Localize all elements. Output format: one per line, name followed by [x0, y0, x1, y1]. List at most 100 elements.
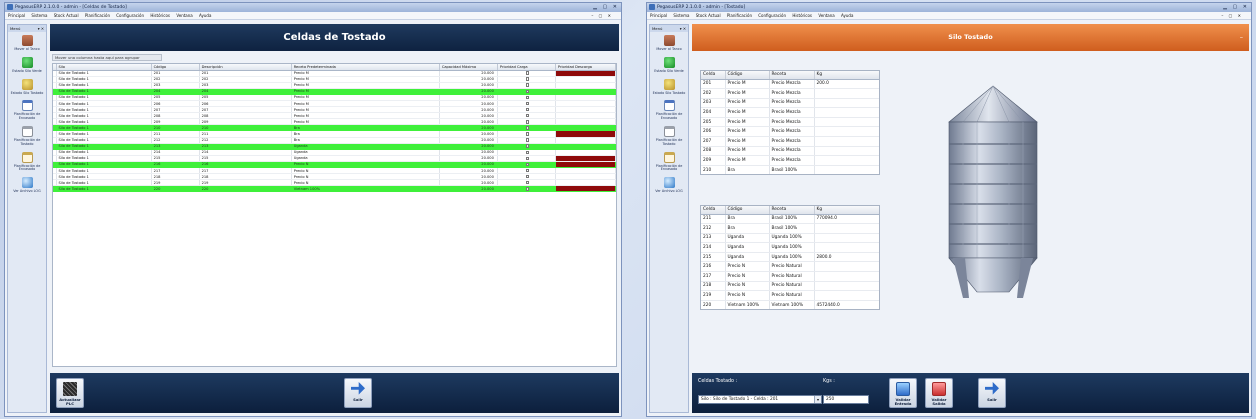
exit-button[interactable]: Salir	[978, 378, 1006, 408]
table-row[interactable]: 212 Bra Brasil 100%	[701, 223, 879, 234]
mdi-controls[interactable]: – ▢ ✕	[591, 12, 613, 20]
table-row[interactable]: 213 Uganda Uganda 100%	[701, 233, 879, 244]
pin-icon[interactable]: ▾ ✕	[680, 25, 686, 32]
menu-planificacion[interactable]: Planificación	[85, 13, 110, 18]
table-row[interactable]: 215 Uganda Uganda 100% 2800.0	[701, 252, 879, 263]
sidebar-item-ver-log[interactable]: Ver Archivo LOG	[8, 174, 46, 196]
sidebar-item-estado-silo-verde[interactable]: Estado Silo Verde	[650, 54, 688, 76]
checkbox[interactable]	[525, 174, 530, 179]
menu-configuracion[interactable]: Configuración	[116, 13, 144, 18]
window-controls[interactable]: ▁ ▢ ✕	[1223, 3, 1249, 12]
table-row[interactable]: 219 Precio N Precio Natural	[701, 290, 879, 301]
menu-principal[interactable]: Principal	[650, 13, 667, 18]
table-row[interactable]: 209 Precio M Precio Mezcla	[701, 155, 879, 166]
table-row[interactable]: 201 Precio M Precio Mezcla 200.0	[701, 79, 879, 90]
menu-stock-actual[interactable]: Stock Actual	[54, 13, 79, 18]
table-row[interactable]: 220 Vietnam 100% Vietnam 100% 4572440.0	[701, 300, 879, 309]
col-kg[interactable]: Kg	[814, 206, 879, 215]
menu-stock-actual[interactable]: Stock Actual	[696, 13, 721, 18]
validar-salida-button[interactable]: Validar Salida	[925, 378, 953, 408]
table-row[interactable]: 207 Precio M Precio Mezcla	[701, 136, 879, 147]
col-codigo[interactable]: Código	[725, 206, 770, 215]
menu-sistema[interactable]: Sistema	[673, 13, 689, 18]
cell-celda: 205	[701, 117, 726, 128]
cell-receta: Brasil 100%	[769, 223, 815, 234]
footer-bar: Celdas Tostado : Silo : Silo de Tostado …	[692, 373, 1249, 413]
col-kg[interactable]: Kg	[814, 71, 879, 80]
table-row[interactable]: 218 Precio N Precio Natural	[701, 281, 879, 292]
minimize-icon[interactable]: –	[1240, 24, 1243, 51]
sidebar-item-mover-tanco[interactable]: Mover al Tanco	[650, 32, 688, 54]
table-row[interactable]: 211 Bra Brasil 100% 770094.0	[701, 214, 879, 225]
menu-historicos[interactable]: Históricos	[150, 13, 170, 18]
menu-historicos[interactable]: Históricos	[792, 13, 812, 18]
col-celda[interactable]: Celda	[701, 71, 726, 80]
sidebar-item-plan-envasado-2[interactable]: Planificación de Envasado	[650, 149, 688, 175]
checkbox[interactable]	[525, 113, 530, 118]
checkbox[interactable]	[525, 150, 530, 155]
col-codigo[interactable]: Código	[725, 71, 770, 80]
table-row[interactable]: 205 Precio M Precio Mezcla	[701, 117, 879, 128]
menu-ventana[interactable]: Ventana	[818, 13, 834, 18]
menu-sistema[interactable]: Sistema	[31, 13, 47, 18]
checkbox[interactable]	[525, 126, 530, 130]
validar-entrada-button[interactable]: Validar Entrada	[889, 378, 917, 408]
menu-configuracion[interactable]: Configuración	[758, 13, 786, 18]
kgs-input[interactable]: 250	[823, 395, 869, 404]
sidebar-item-estado-silo-tostado[interactable]: Estado Silo Tostado	[650, 76, 688, 98]
sidebar-item-plan-envasado-2[interactable]: Planificación de Envasado	[8, 149, 46, 175]
menu-ventana[interactable]: Ventana	[176, 13, 192, 18]
sidebar-item-plan-envasado[interactable]: Planificación de Envasado	[650, 97, 688, 123]
checkbox[interactable]	[525, 101, 530, 106]
mdi-controls[interactable]: – ▢ ✕	[1221, 12, 1243, 20]
checkbox[interactable]	[525, 187, 530, 191]
window-titlebar: PegasusERP 2.1.0.0 - admin - [Celdas de …	[5, 3, 621, 12]
exit-button[interactable]: Salir	[344, 378, 372, 408]
col-receta[interactable]: Receta	[769, 71, 815, 80]
checkbox[interactable]	[525, 162, 530, 167]
menu-principal[interactable]: Principal	[8, 13, 25, 18]
table-row[interactable]: 214 Uganda Uganda 100%	[701, 242, 879, 253]
menu-ayuda[interactable]: Ayuda	[841, 13, 853, 18]
pin-icon[interactable]: ▾ ✕	[38, 25, 44, 32]
col-receta[interactable]: Receta	[769, 206, 815, 215]
table-row[interactable]: 210 Bra Brasil 100%	[701, 165, 879, 174]
menu-ayuda[interactable]: Ayuda	[199, 13, 211, 18]
checkbox[interactable]	[525, 71, 530, 75]
checkbox[interactable]	[525, 144, 530, 148]
table-row[interactable]: 208 Precio M Precio Mezcla	[701, 146, 879, 157]
sidebar-item-mover-tanco[interactable]: Mover al Tanco	[8, 32, 46, 54]
checkbox[interactable]	[525, 83, 530, 87]
table-row[interactable]: 217 Precio N Precio Natural	[701, 271, 879, 282]
table-row[interactable]: 216 Precio N Precio Natural	[701, 261, 879, 273]
col-celda[interactable]: Celda	[701, 206, 726, 215]
table-row[interactable]: Silo de Tostado 1 220 220 Vietnam 100% 20.00…	[53, 185, 616, 193]
chevron-down-icon[interactable]: ▾	[814, 396, 821, 403]
menu-planificacion[interactable]: Planificación	[727, 13, 752, 18]
actualizar-plc-button[interactable]: Actualizar PLC	[56, 378, 84, 408]
checkbox[interactable]	[525, 120, 530, 124]
table-row[interactable]: 203 Precio M Precio Mezcla	[701, 98, 879, 109]
checkbox[interactable]	[525, 132, 530, 136]
checkbox[interactable]	[525, 138, 530, 142]
checkbox[interactable]	[525, 180, 530, 185]
table-row[interactable]: 206 Precio M Precio Mezcla	[701, 126, 879, 138]
sidebar-item-estado-silo-tostado[interactable]: Estado Silo Tostado	[8, 76, 46, 98]
cell-prioridad-carga[interactable]	[497, 185, 556, 193]
checkbox[interactable]	[525, 107, 530, 112]
table-row[interactable]: 204 Precio M Precio Mezcla	[701, 107, 879, 118]
sidebar-item-plan-tostado[interactable]: Planificación de Tostado	[8, 123, 46, 149]
sidebar-item-estado-silo-verde[interactable]: Estado Silo Verde	[8, 54, 46, 76]
sidebar-item-ver-log[interactable]: Ver Archivo LOG	[650, 174, 688, 196]
checkbox[interactable]	[525, 77, 530, 81]
window-controls[interactable]: ▁ ▢ ✕	[593, 3, 619, 12]
checkbox[interactable]	[525, 168, 530, 173]
sidebar-item-plan-envasado[interactable]: Planificación de Envasado	[8, 97, 46, 123]
sidebar-item-plan-tostado[interactable]: Planificación de Tostado	[650, 123, 688, 149]
checkbox[interactable]	[525, 156, 530, 161]
table-row[interactable]: 202 Precio M Precio Mezcla	[701, 88, 879, 99]
checkbox[interactable]	[525, 95, 530, 100]
celda-select[interactable]: Silo : Silo de Tostado 1 - Celda : 201 ▾	[698, 395, 822, 404]
checkbox[interactable]	[525, 89, 530, 94]
group-by-area[interactable]: Mover una columna hasta aquí para agrupa…	[52, 54, 162, 61]
